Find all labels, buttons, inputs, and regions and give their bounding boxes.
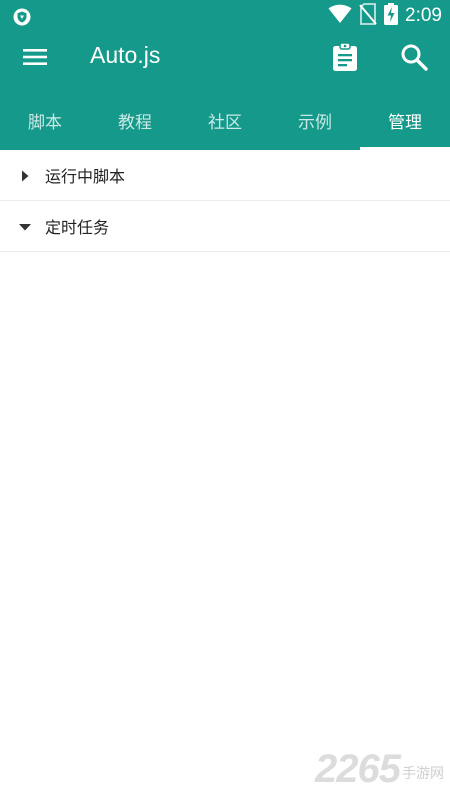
toolbar: Auto.js xyxy=(0,32,450,88)
list-item-label: 定时任务 xyxy=(45,218,110,237)
wifi-icon xyxy=(328,4,352,28)
status-bar: 2:09 xyxy=(0,0,450,32)
list-item-scheduled-tasks[interactable]: 定时任务 xyxy=(0,201,450,252)
watermark-text: 手游网 xyxy=(402,766,444,782)
search-icon xyxy=(400,43,428,75)
app-bar: 2:09 Auto.js 脚本 教程 社区 示例 管理 xyxy=(0,0,450,150)
status-time: 2:09 xyxy=(405,5,442,26)
search-button[interactable] xyxy=(393,38,435,80)
clipboard-icon xyxy=(332,42,358,76)
caret-down-icon xyxy=(18,219,32,233)
watermark-number: 2265 xyxy=(315,747,401,791)
tab-bar: 脚本 教程 社区 示例 管理 xyxy=(0,90,450,150)
caret-right-icon xyxy=(18,168,32,182)
shield-icon xyxy=(12,7,32,27)
tab-scripts[interactable]: 脚本 xyxy=(0,90,90,150)
no-sim-icon xyxy=(359,3,377,29)
menu-button[interactable] xyxy=(14,38,56,80)
menu-icon xyxy=(22,47,48,71)
list-item-label: 运行中脚本 xyxy=(45,167,126,186)
list-item-running-scripts[interactable]: 运行中脚本 xyxy=(0,150,450,201)
manage-list: 运行中脚本 定时任务 xyxy=(0,150,450,252)
app-title: Auto.js xyxy=(90,42,161,68)
watermark: 2265 手游网 xyxy=(315,747,444,792)
battery-charging-icon xyxy=(384,3,399,29)
tab-manage[interactable]: 管理 xyxy=(360,90,450,150)
tab-community[interactable]: 社区 xyxy=(180,90,270,150)
tab-tutorial[interactable]: 教程 xyxy=(90,90,180,150)
tab-examples[interactable]: 示例 xyxy=(270,90,360,150)
clipboard-button[interactable] xyxy=(324,38,366,80)
